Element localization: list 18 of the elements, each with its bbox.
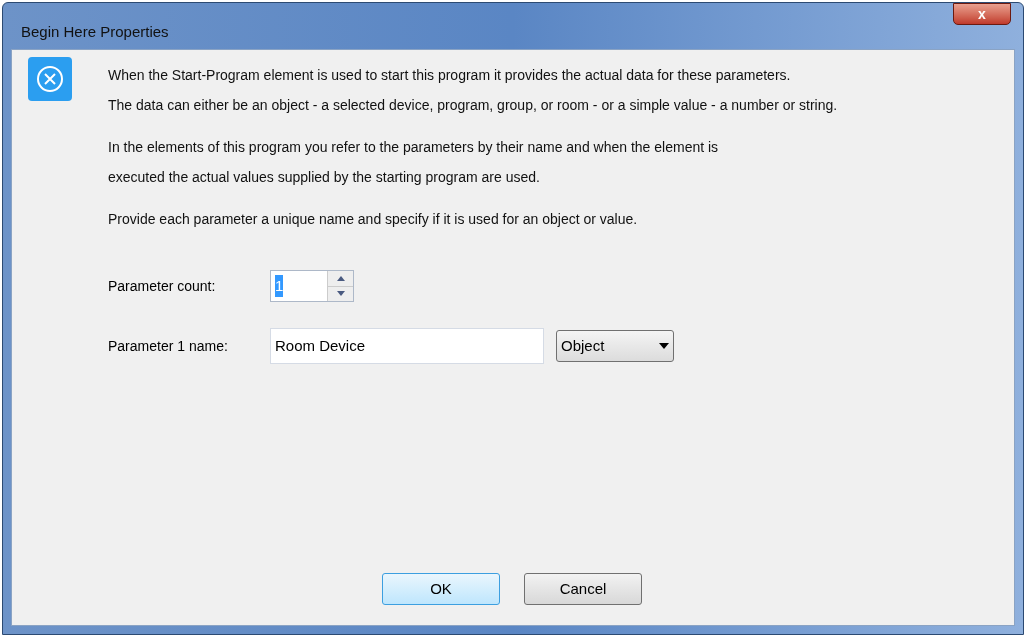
dialog-button[interactable]: Cancel — [524, 573, 642, 605]
spinner-value: 1 — [275, 274, 284, 298]
instruction-text: When the Start-Program element is used to start this program it provides the actual data for these parameters. — [108, 66, 792, 85]
type-dropdown[interactable]: Object — [556, 330, 674, 362]
spin-up-button[interactable] — [328, 271, 353, 287]
caret-icon — [659, 343, 669, 349]
field-label: Parameter count: — [108, 276, 217, 296]
instruction-text: In the elements of this program you refer to the parameters by their name and when the element is — [108, 138, 720, 157]
field-label: Parameter 1 name: — [108, 336, 229, 356]
parameter-name-field[interactable]: Room Device — [270, 328, 544, 364]
dialog-button[interactable]: OK — [382, 573, 500, 605]
down-arrow-icon — [336, 291, 345, 297]
instruction-text: executed the actual values supplied by the starting program are used. — [108, 168, 541, 187]
instruction-text: The data can either be an object - a selected device, program, group, or room - or a simple value - a number or string. — [108, 96, 838, 115]
instruction-text: Provide each parameter a unique name and specify if it is used for an object or value. — [108, 210, 639, 229]
window-title: Begin Here Properties — [21, 22, 169, 42]
up-arrow-icon — [336, 275, 345, 281]
close-button[interactable]: x — [953, 3, 1011, 25]
